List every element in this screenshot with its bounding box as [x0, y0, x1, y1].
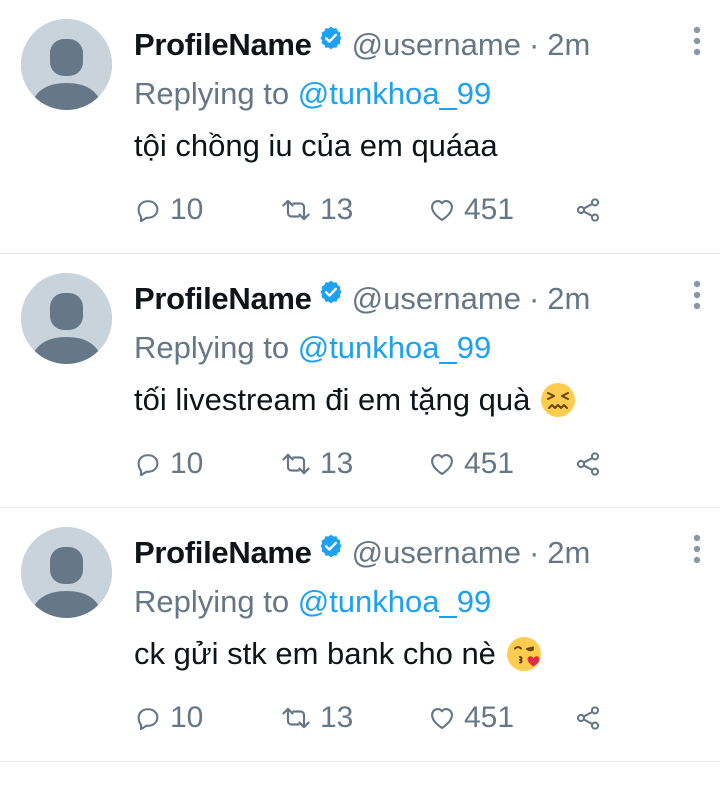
retweet-count: 13	[320, 193, 354, 226]
replying-prefix: Replying to	[134, 330, 290, 365]
reply-button[interactable]: 10	[134, 444, 203, 484]
tweet-text-content: tối livestream đi em tặng quà	[134, 382, 531, 417]
username-handle[interactable]: @username	[352, 281, 521, 317]
reply-button[interactable]: 10	[134, 698, 203, 738]
avatar[interactable]	[21, 273, 112, 364]
retweet-button[interactable]: 13	[280, 190, 353, 230]
reply-count: 10	[170, 193, 204, 226]
tweet-text: ck gửi stk em bank cho nè	[134, 636, 542, 672]
retweet-count: 13	[320, 701, 354, 734]
retweet-icon	[282, 199, 310, 221]
retweet-button[interactable]: 13	[280, 444, 353, 484]
display-name[interactable]: ProfileName	[134, 535, 312, 571]
tweet-header: ProfileName @username · 2m	[134, 276, 590, 322]
share-button[interactable]	[574, 698, 610, 738]
reply-count: 10	[170, 447, 204, 480]
tweet-actions: 10 13 451	[134, 444, 614, 484]
like-button[interactable]: 451	[428, 698, 514, 738]
avatar[interactable]	[21, 19, 112, 110]
tweet-text-content: ck gửi stk em bank cho nè	[134, 636, 496, 671]
timestamp[interactable]: 2m	[547, 535, 590, 571]
display-name[interactable]: ProfileName	[134, 27, 312, 63]
tweet-text: tối livestream đi em tặng quà	[134, 382, 576, 418]
more-vertical-icon[interactable]	[693, 534, 701, 564]
more-vertical-icon[interactable]	[693, 26, 701, 56]
separator-dot: ·	[528, 535, 540, 570]
username-handle[interactable]: @username	[352, 27, 521, 63]
like-count: 451	[464, 193, 515, 226]
default-avatar-icon	[21, 19, 112, 110]
confounded-face-emoji-icon	[541, 383, 576, 417]
avatar[interactable]	[21, 527, 112, 618]
separator-dot: ·	[528, 27, 540, 62]
retweet-icon	[282, 707, 310, 729]
retweet-count: 13	[320, 447, 354, 480]
replying-to-line: Replying to @tunkhoa_99	[134, 330, 491, 366]
tweet-card[interactable]: ProfileName @username · 2m Replying to @…	[0, 254, 720, 508]
retweet-icon	[282, 453, 310, 475]
share-icon	[576, 198, 600, 222]
default-avatar-icon	[21, 527, 112, 618]
tweet-card[interactable]: ProfileName @username · 2m Replying to @…	[0, 0, 720, 254]
more-vertical-icon[interactable]	[693, 280, 701, 310]
heart-icon	[431, 199, 453, 221]
timestamp[interactable]: 2m	[547, 281, 590, 317]
tweet-header: ProfileName @username · 2m	[134, 530, 590, 576]
reply-icon	[137, 454, 159, 477]
reply-mention-link[interactable]: @tunkhoa_99	[298, 76, 492, 111]
tweet-text-content: tội chồng iu của em quáaa	[134, 128, 498, 163]
share-button[interactable]	[574, 444, 610, 484]
heart-icon	[431, 453, 453, 475]
tweet-actions: 10 13 451	[134, 190, 614, 230]
heart-icon	[431, 707, 453, 729]
tweet-header: ProfileName @username · 2m	[134, 22, 590, 68]
reply-icon	[137, 200, 159, 223]
tweet-feed: ProfileName @username · 2m Replying to @…	[0, 0, 720, 762]
face-blowing-kiss-emoji-icon	[506, 637, 541, 671]
like-count: 451	[464, 447, 515, 480]
verified-badge-icon	[320, 26, 342, 50]
timestamp[interactable]: 2m	[547, 27, 590, 63]
like-button[interactable]: 451	[428, 444, 514, 484]
replying-prefix: Replying to	[134, 584, 290, 619]
tweet-card[interactable]: ProfileName @username · 2m Replying to @…	[0, 508, 720, 762]
share-icon	[576, 452, 600, 476]
separator-dot: ·	[528, 281, 540, 316]
reply-mention-link[interactable]: @tunkhoa_99	[298, 330, 492, 365]
username-handle[interactable]: @username	[352, 535, 521, 571]
display-name[interactable]: ProfileName	[134, 281, 312, 317]
reply-button[interactable]: 10	[134, 190, 203, 230]
reply-mention-link[interactable]: @tunkhoa_99	[298, 584, 492, 619]
like-count: 451	[464, 701, 515, 734]
share-icon	[576, 706, 600, 730]
verified-badge-icon	[320, 280, 342, 304]
replying-to-line: Replying to @tunkhoa_99	[134, 584, 491, 620]
share-button[interactable]	[574, 190, 610, 230]
tweet-actions: 10 13 451	[134, 698, 614, 738]
tweet-text: tội chồng iu của em quáaa	[134, 128, 498, 164]
replying-prefix: Replying to	[134, 76, 290, 111]
reply-count: 10	[170, 701, 204, 734]
default-avatar-icon	[21, 273, 112, 364]
like-button[interactable]: 451	[428, 190, 514, 230]
retweet-button[interactable]: 13	[280, 698, 353, 738]
reply-icon	[137, 708, 159, 731]
replying-to-line: Replying to @tunkhoa_99	[134, 76, 491, 112]
verified-badge-icon	[320, 534, 342, 558]
